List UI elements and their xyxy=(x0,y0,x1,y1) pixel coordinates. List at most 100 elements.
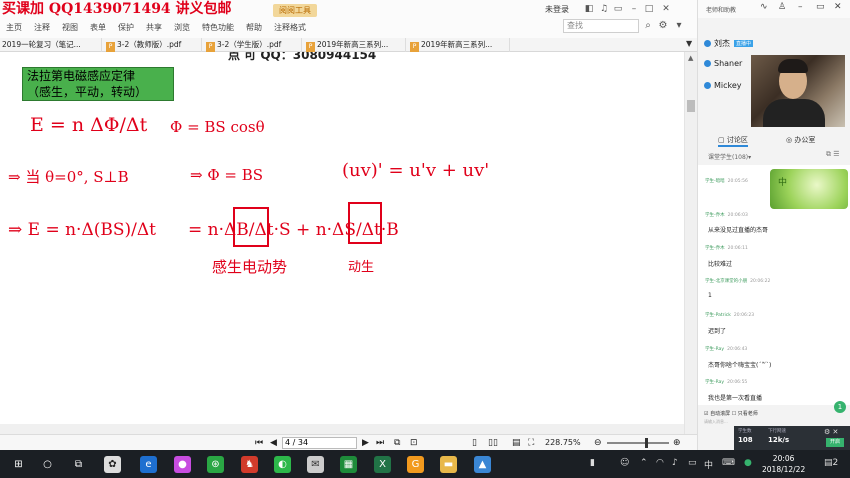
label-motional-emf: 动生 xyxy=(348,260,375,275)
minimize-icon[interactable]: – xyxy=(798,2,803,12)
minimize-icon[interactable]: – xyxy=(628,3,640,15)
last-page-icon[interactable]: ⏭ xyxy=(376,437,384,449)
sys-app-icon[interactable]: ▮ xyxy=(590,458,595,468)
menu-protect[interactable]: 保护 xyxy=(112,20,140,36)
search-input[interactable]: 查找 xyxy=(563,19,639,33)
maximize-icon[interactable]: □ xyxy=(643,3,655,15)
zoom-in-icon[interactable]: ⊕ xyxy=(673,437,681,449)
menu-form[interactable]: 表单 xyxy=(84,20,112,36)
excel-icon[interactable]: X xyxy=(374,456,391,473)
notification-icon[interactable]: ▤2 xyxy=(824,458,838,468)
system-clock[interactable]: 20:06 2018/12/22 xyxy=(762,453,805,475)
green-app-icon[interactable]: ⊛ xyxy=(207,456,224,473)
people-icon[interactable]: ☺ xyxy=(620,458,629,468)
horizontal-scrollbar[interactable] xyxy=(0,424,684,434)
chevron-up-icon[interactable]: ⌃ xyxy=(640,458,648,468)
first-page-icon[interactable]: ⏮ xyxy=(255,437,263,449)
spreadsheet-icon[interactable]: ▦ xyxy=(340,456,357,473)
single-page-icon[interactable]: ▯ xyxy=(472,437,477,449)
zoom-slider[interactable] xyxy=(607,442,669,444)
page-number-field[interactable]: 4 / 34 xyxy=(282,437,357,449)
prev-page-icon[interactable]: ◀ xyxy=(270,437,277,449)
fit-page-icon[interactable]: ⊡ xyxy=(410,437,418,449)
shirt-icon[interactable]: ♙ xyxy=(778,2,786,12)
restore-icon[interactable]: ▭ xyxy=(612,3,624,15)
tray-app-icon[interactable]: ● xyxy=(744,458,752,468)
chat-meta: 学生-北京课堂的小朋 20:06:22 xyxy=(705,279,771,284)
zoom-slider-handle[interactable] xyxy=(645,438,648,448)
audience-filter[interactable]: 课堂学生(108)▾ xyxy=(708,152,751,161)
user-name: Shaner xyxy=(714,59,743,68)
lesson-title-line2: （感生，平动，转动） xyxy=(27,85,148,99)
tab-doc-5[interactable]: P 2019年新高三系列... xyxy=(408,38,510,52)
wifi-icon[interactable]: ◠ xyxy=(656,458,664,468)
tab-doc-1[interactable]: 2019一轮复习（笔记... xyxy=(0,38,102,52)
search-icon[interactable]: ⌕ xyxy=(641,19,655,33)
next-page-icon[interactable]: ▶ xyxy=(362,437,369,449)
chat-list[interactable]: 中 学生-暗暗 20:05:56 学生-乔木 20:06:03 从来没见过直播的杰哥… xyxy=(698,165,850,405)
screen-icon[interactable]: ▭ xyxy=(688,458,697,468)
qq-icon[interactable]: ♞ xyxy=(241,456,258,473)
tab-office[interactable]: ◎ 办公室 xyxy=(786,135,815,145)
ime-indicator[interactable]: 中 xyxy=(704,458,713,471)
cortana-icon[interactable]: ○ xyxy=(39,456,56,473)
reader-badge[interactable]: 阅阅工具 xyxy=(273,4,317,17)
close-icon[interactable]: ✕ xyxy=(660,3,672,15)
scroll-up-icon[interactable]: ▲ xyxy=(688,54,693,62)
menu-help[interactable]: 帮助 xyxy=(240,20,268,36)
restore-icon[interactable]: ▭ xyxy=(816,2,825,12)
tab-doc-2[interactable]: P 3-2（教师版）.pdf xyxy=(104,38,202,52)
menu-features[interactable]: 特色功能 xyxy=(196,20,240,36)
menu-annotation-format[interactable]: 注释格式 xyxy=(268,20,312,36)
zoom-out-icon[interactable]: ⊖ xyxy=(594,437,602,449)
document-canvas[interactable]: 点 可 QQ：3080944154 法拉第电磁感应定律 （感生，平动，转动） E… xyxy=(0,52,684,424)
zoom-level[interactable]: 228.75% xyxy=(545,438,581,447)
teacher-video[interactable] xyxy=(751,55,845,127)
tab-doc-3[interactable]: P 3-2（学生版）.pdf xyxy=(204,38,302,52)
bell-icon[interactable]: ♫ xyxy=(598,3,610,15)
tab-doc-4[interactable]: P 2019年新高三系列... xyxy=(304,38,406,52)
windows-start-icon[interactable]: ⊞ xyxy=(10,456,27,473)
user-avatar-icon xyxy=(704,40,711,47)
input-method-icon[interactable]: ⌨ xyxy=(722,458,735,468)
ie-browser-icon[interactable]: e xyxy=(140,456,157,473)
chat-tools[interactable]: ⧉ ☰ xyxy=(826,150,840,159)
tab-discussion[interactable]: ▢ 讨论区 xyxy=(718,135,748,147)
close-icon[interactable]: ✕ xyxy=(834,2,842,12)
task-view-icon[interactable]: ⧉ xyxy=(70,456,87,473)
two-page-icon[interactable]: ▯▯ xyxy=(488,437,498,449)
login-status[interactable]: 未登录 xyxy=(545,4,569,15)
dropdown-icon[interactable]: ▾ xyxy=(672,19,686,33)
photos-icon[interactable]: ▲ xyxy=(474,456,491,473)
folder-icon[interactable]: ▬ xyxy=(440,456,457,473)
live-toggle-button[interactable]: 开启 xyxy=(826,438,844,447)
user-teacher[interactable]: 刘杰 直播中 xyxy=(704,38,754,49)
app-pinwheel-icon[interactable]: ✿ xyxy=(104,456,121,473)
settings-icon[interactable]: ⚙ ✕ xyxy=(824,428,838,436)
scroll-view-icon[interactable]: ▤ xyxy=(512,437,521,449)
fullscreen-icon[interactable]: ⛶ xyxy=(528,437,534,449)
pulse-icon[interactable]: ∿ xyxy=(760,2,768,12)
chat-input[interactable]: 请输入消息... xyxy=(704,419,734,429)
volume-icon[interactable]: ♪ xyxy=(672,458,678,468)
pdf-reader-icon[interactable]: G xyxy=(407,456,424,473)
gear-icon[interactable]: ⚙ xyxy=(656,19,670,33)
tab-label: 办公室 xyxy=(794,136,816,144)
skin-icon[interactable]: ◧ xyxy=(583,3,595,15)
color-app-icon[interactable]: ● xyxy=(174,456,191,473)
new-message-badge[interactable]: 1 xyxy=(834,401,846,413)
user-assistant-2[interactable]: Mickey xyxy=(704,81,742,90)
vertical-scrollbar[interactable]: ▲ xyxy=(684,52,697,434)
wechat-icon[interactable]: ◐ xyxy=(274,456,291,473)
scroll-thumb[interactable] xyxy=(687,100,695,112)
mail-icon[interactable]: ✉ xyxy=(307,456,324,473)
copy-page-icon[interactable]: ⧉ xyxy=(394,437,400,449)
menu-home[interactable]: 主页 xyxy=(0,20,28,36)
tab-list-icon[interactable]: ▼ xyxy=(686,39,692,48)
menu-view[interactable]: 视图 xyxy=(56,20,84,36)
menu-browse[interactable]: 浏览 xyxy=(168,20,196,36)
menu-share[interactable]: 共享 xyxy=(140,20,168,36)
chat-message: 从来没见过直播的杰哥 xyxy=(708,227,769,234)
user-assistant-1[interactable]: Shaner xyxy=(704,59,742,68)
menu-annotate[interactable]: 注释 xyxy=(28,20,56,36)
